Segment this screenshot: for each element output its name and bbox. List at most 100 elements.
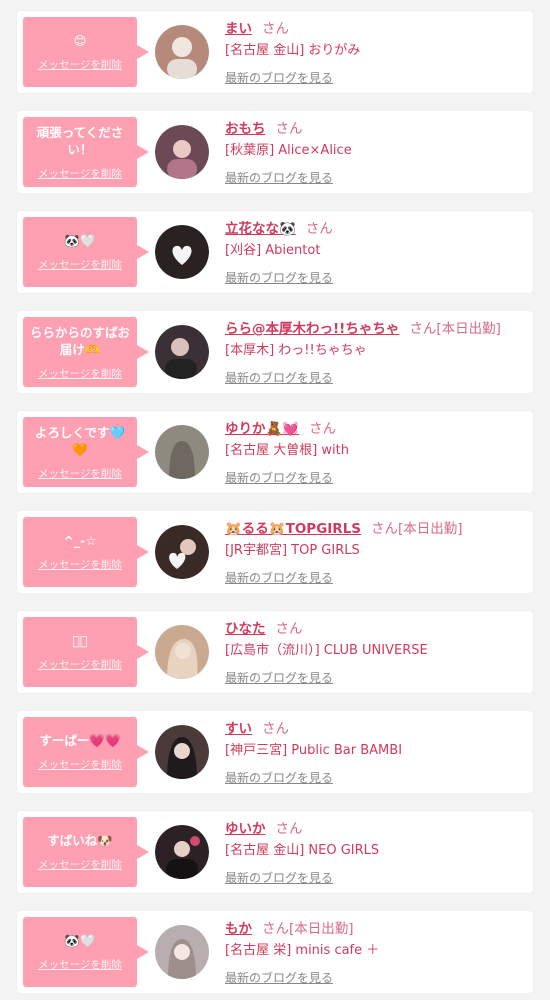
cast-name-link[interactable]: ゆいか (225, 821, 266, 837)
avatar[interactable] (155, 525, 209, 579)
avatar[interactable] (155, 625, 209, 679)
entry-info: らら@本厚木わっ!!ちゃちゃ さん[本日出勤] [本厚木] わっ!!ちゃちゃ 最新… (225, 319, 525, 386)
delete-message-link[interactable]: メッセージを削除 (38, 657, 122, 672)
entry-info: 🐹るる🐹TOPGIRLS さん[本日出勤] [JR宇都宮] TOP GIRLS 最… (225, 519, 525, 586)
latest-blog-link[interactable]: 最新のブログを見る (225, 769, 333, 786)
list-item: ^_-☆ メッセージを削除 🐹るる🐹TOPGIRLS さん[本日出勤] [JR宇都… (17, 511, 533, 593)
latest-blog-link[interactable]: 最新のブログを見る (225, 469, 333, 486)
message-bubble: 🐼🤍 メッセージを削除 (23, 917, 149, 987)
message-bubble: よろしくです🩵🧡 メッセージを削除 (23, 417, 149, 487)
shop-name: [神戸三宮] Public Bar BAMBI (225, 743, 403, 758)
cast-name-link[interactable]: まい (225, 21, 252, 37)
avatar[interactable] (155, 425, 209, 479)
entry-info: ゆいか さん [名古屋 金山] NEO GIRLS 最新のブログを見る (225, 819, 525, 886)
delete-message-link[interactable]: メッセージを削除 (38, 557, 122, 572)
list-item: よろしくです🩵🧡 メッセージを削除 ゆりか🧸💓 さん [名古屋 大曽根] with… (17, 411, 533, 493)
shop-name: [JR宇都宮] TOP GIRLS (225, 543, 360, 558)
message-bubble: ෆ゙ メッセージを削除 (23, 617, 149, 687)
list-item: ෆ゙ メッセージを削除 ひなた さん [広島市（流川）] CLUB UNIVERS… (17, 611, 533, 693)
honorific: さん (309, 421, 337, 437)
cast-name-link[interactable]: ひなた (225, 621, 266, 637)
entry-info: おもち さん [秋葉原] Alice×Alice 最新のブログを見る (225, 119, 525, 186)
shop-name: [本厚木] わっ!!ちゃちゃ (225, 343, 367, 358)
shop-name: [名古屋 金山] NEO GIRLS (225, 843, 380, 858)
list-item: すばいね🐶 メッセージを削除 ゆいか さん [名古屋 金山] NEO GIRLS … (17, 811, 533, 893)
entry-info: もか さん[本日出勤] [名古屋 栄] minis cafe ＋ 最新のブログを見… (225, 919, 525, 986)
message-bubble: 頑張ってください！ メッセージを削除 (23, 117, 149, 187)
list-item: 🐼🤍 メッセージを削除 立花なな🐼 さん [刈谷] Abientot 最新のブログ… (17, 211, 533, 293)
avatar[interactable] (155, 325, 209, 379)
shop-name: [広島市（流川）] CLUB UNIVERSE (225, 643, 428, 658)
cast-name-link[interactable]: すい (225, 721, 252, 737)
message-bubble: すーぱー💗💗 メッセージを削除 (23, 717, 149, 787)
cast-name-link[interactable]: らら@本厚木わっ!!ちゃちゃ (225, 321, 399, 337)
list-item: 頑張ってください！ メッセージを削除 おもち さん [秋葉原] Alice×Ali… (17, 111, 533, 193)
delete-message-link[interactable]: メッセージを削除 (38, 166, 122, 181)
message-text: 頑張ってください！ (36, 124, 124, 157)
message-text: 🐼🤍 (64, 233, 96, 248)
honorific: さん (275, 121, 303, 137)
honorific: さん (275, 621, 303, 637)
cast-name-link[interactable]: 🐹るる🐹TOPGIRLS (225, 521, 361, 537)
working-badge: [本日出勤] (398, 521, 463, 537)
shop-name: [刈谷] Abientot (225, 243, 321, 258)
latest-blog-link[interactable]: 最新のブログを見る (225, 869, 333, 886)
shop-name: [名古屋 栄] minis cafe ＋ (225, 943, 380, 958)
delete-message-link[interactable]: メッセージを削除 (38, 466, 122, 481)
shop-name: [秋葉原] Alice×Alice (225, 143, 352, 158)
entry-info: すい さん [神戸三宮] Public Bar BAMBI 最新のブログを見る (225, 719, 525, 786)
honorific: さん (409, 321, 437, 337)
avatar[interactable] (155, 125, 209, 179)
entry-info: ゆりか🧸💓 さん [名古屋 大曽根] with 最新のブログを見る (225, 419, 525, 486)
latest-blog-link[interactable]: 最新のブログを見る (225, 369, 333, 386)
delete-message-link[interactable]: メッセージを削除 (38, 857, 122, 872)
delete-message-link[interactable]: メッセージを削除 (38, 957, 122, 972)
cast-name-link[interactable]: おもち (225, 121, 266, 137)
delete-message-link[interactable]: メッセージを削除 (38, 57, 122, 72)
honorific: さん (371, 521, 399, 537)
working-badge: [本日出勤] (289, 921, 354, 937)
avatar[interactable] (155, 825, 209, 879)
delete-message-link[interactable]: メッセージを削除 (38, 757, 122, 772)
message-text: ららからのすぱお届け🫶 (29, 324, 130, 357)
latest-blog-link[interactable]: 最新のブログを見る (225, 569, 333, 586)
avatar[interactable] (155, 225, 209, 279)
message-bubble: ^_-☆ メッセージを削除 (23, 517, 149, 587)
message-bubble: 🐼🤍 メッセージを削除 (23, 217, 149, 287)
message-bubble: すばいね🐶 メッセージを削除 (23, 817, 149, 887)
shop-name: [名古屋 大曽根] with (225, 443, 349, 458)
latest-blog-link[interactable]: 最新のブログを見る (225, 169, 333, 186)
message-text: ෆ゙ (72, 633, 88, 648)
list-item: ららからのすぱお届け🫶 メッセージを削除 らら@本厚木わっ!!ちゃちゃ さん[本日… (17, 311, 533, 393)
latest-blog-link[interactable]: 最新のブログを見る (225, 269, 333, 286)
message-text: すばいね🐶 (47, 833, 113, 848)
message-bubble: ららからのすぱお届け🫶 メッセージを削除 (23, 317, 149, 387)
message-text: 😊 (73, 33, 87, 48)
entry-info: ひなた さん [広島市（流川）] CLUB UNIVERSE 最新のブログを見る (225, 619, 525, 686)
cast-name-link[interactable]: もか (225, 921, 252, 937)
honorific: さん (262, 721, 289, 737)
honorific: さん (262, 21, 289, 37)
honorific: さん (275, 821, 303, 837)
entry-info: まい さん [名古屋 金山] おりがみ 最新のブログを見る (225, 19, 525, 86)
latest-blog-link[interactable]: 最新のブログを見る (225, 69, 333, 86)
latest-blog-link[interactable]: 最新のブログを見る (225, 669, 333, 686)
avatar[interactable] (155, 925, 209, 979)
message-text: すーぱー💗💗 (39, 733, 121, 748)
honorific: さん (262, 921, 289, 937)
latest-blog-link[interactable]: 最新のブログを見る (225, 969, 333, 986)
message-text: 🐼🤍 (64, 933, 96, 948)
message-text: よろしくです🩵🧡 (34, 424, 126, 457)
list-item: すーぱー💗💗 メッセージを削除 すい さん [神戸三宮] Public Bar B… (17, 711, 533, 793)
cast-name-link[interactable]: ゆりか🧸💓 (225, 421, 299, 437)
list-item: 🐼🤍 メッセージを削除 もか さん[本日出勤] [名古屋 栄] minis caf… (17, 911, 533, 993)
cast-name-link[interactable]: 立花なな🐼 (225, 221, 296, 237)
message-bubble: 😊 メッセージを削除 (23, 17, 149, 87)
delete-message-link[interactable]: メッセージを削除 (38, 257, 122, 272)
avatar[interactable] (155, 25, 209, 79)
shop-name: [名古屋 金山] おりがみ (225, 43, 361, 58)
list-item: 😊 メッセージを削除 まい さん [名古屋 金山] おりがみ 最新のブログを見る (17, 11, 533, 93)
working-badge: [本日出勤] (436, 321, 501, 337)
delete-message-link[interactable]: メッセージを削除 (38, 366, 122, 381)
avatar[interactable] (155, 725, 209, 779)
